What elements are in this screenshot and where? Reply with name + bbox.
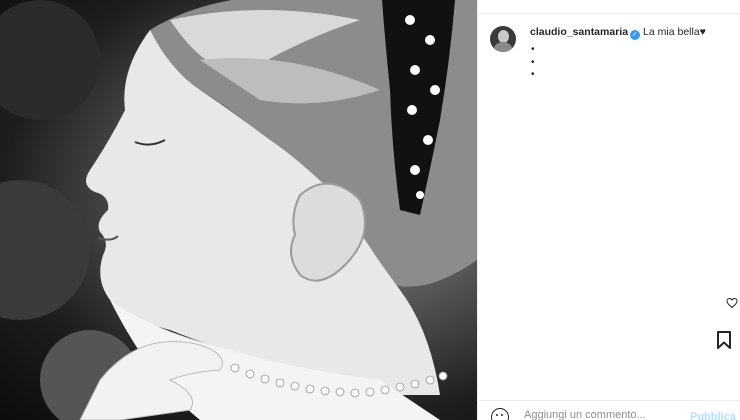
caption-row: claudio_santamaria ✓ La mia bella♥ bbox=[490, 26, 732, 52]
username-link[interactable]: claudio_santamaria bbox=[530, 26, 628, 38]
avatar[interactable] bbox=[490, 26, 516, 52]
comment-bar: Pubblica bbox=[478, 400, 740, 420]
post-side-panel: claudio_santamaria✓La mia bella♥ • • • P… bbox=[477, 0, 740, 420]
portrait-illustration bbox=[0, 0, 477, 420]
panel-top-divider bbox=[478, 0, 740, 14]
publish-button[interactable]: Pubblica bbox=[690, 411, 736, 420]
caption-dot: • bbox=[531, 69, 535, 80]
avatar-body bbox=[494, 42, 512, 52]
heart-icon[interactable] bbox=[726, 297, 738, 309]
comment-input[interactable] bbox=[524, 409, 674, 420]
caption-dot: • bbox=[531, 56, 535, 68]
caption: claudio_santamaria ✓ La mia bella♥ bbox=[530, 26, 706, 40]
caption-dot: • bbox=[531, 44, 535, 55]
emoji-icon[interactable] bbox=[491, 408, 509, 420]
caption-text: La mia bella♥ bbox=[643, 26, 706, 38]
caption-dots: • • • bbox=[531, 44, 535, 82]
bookmark-icon[interactable] bbox=[716, 331, 732, 349]
post-photo[interactable] bbox=[0, 0, 477, 420]
verified-badge-icon: ✓ bbox=[630, 30, 641, 40]
